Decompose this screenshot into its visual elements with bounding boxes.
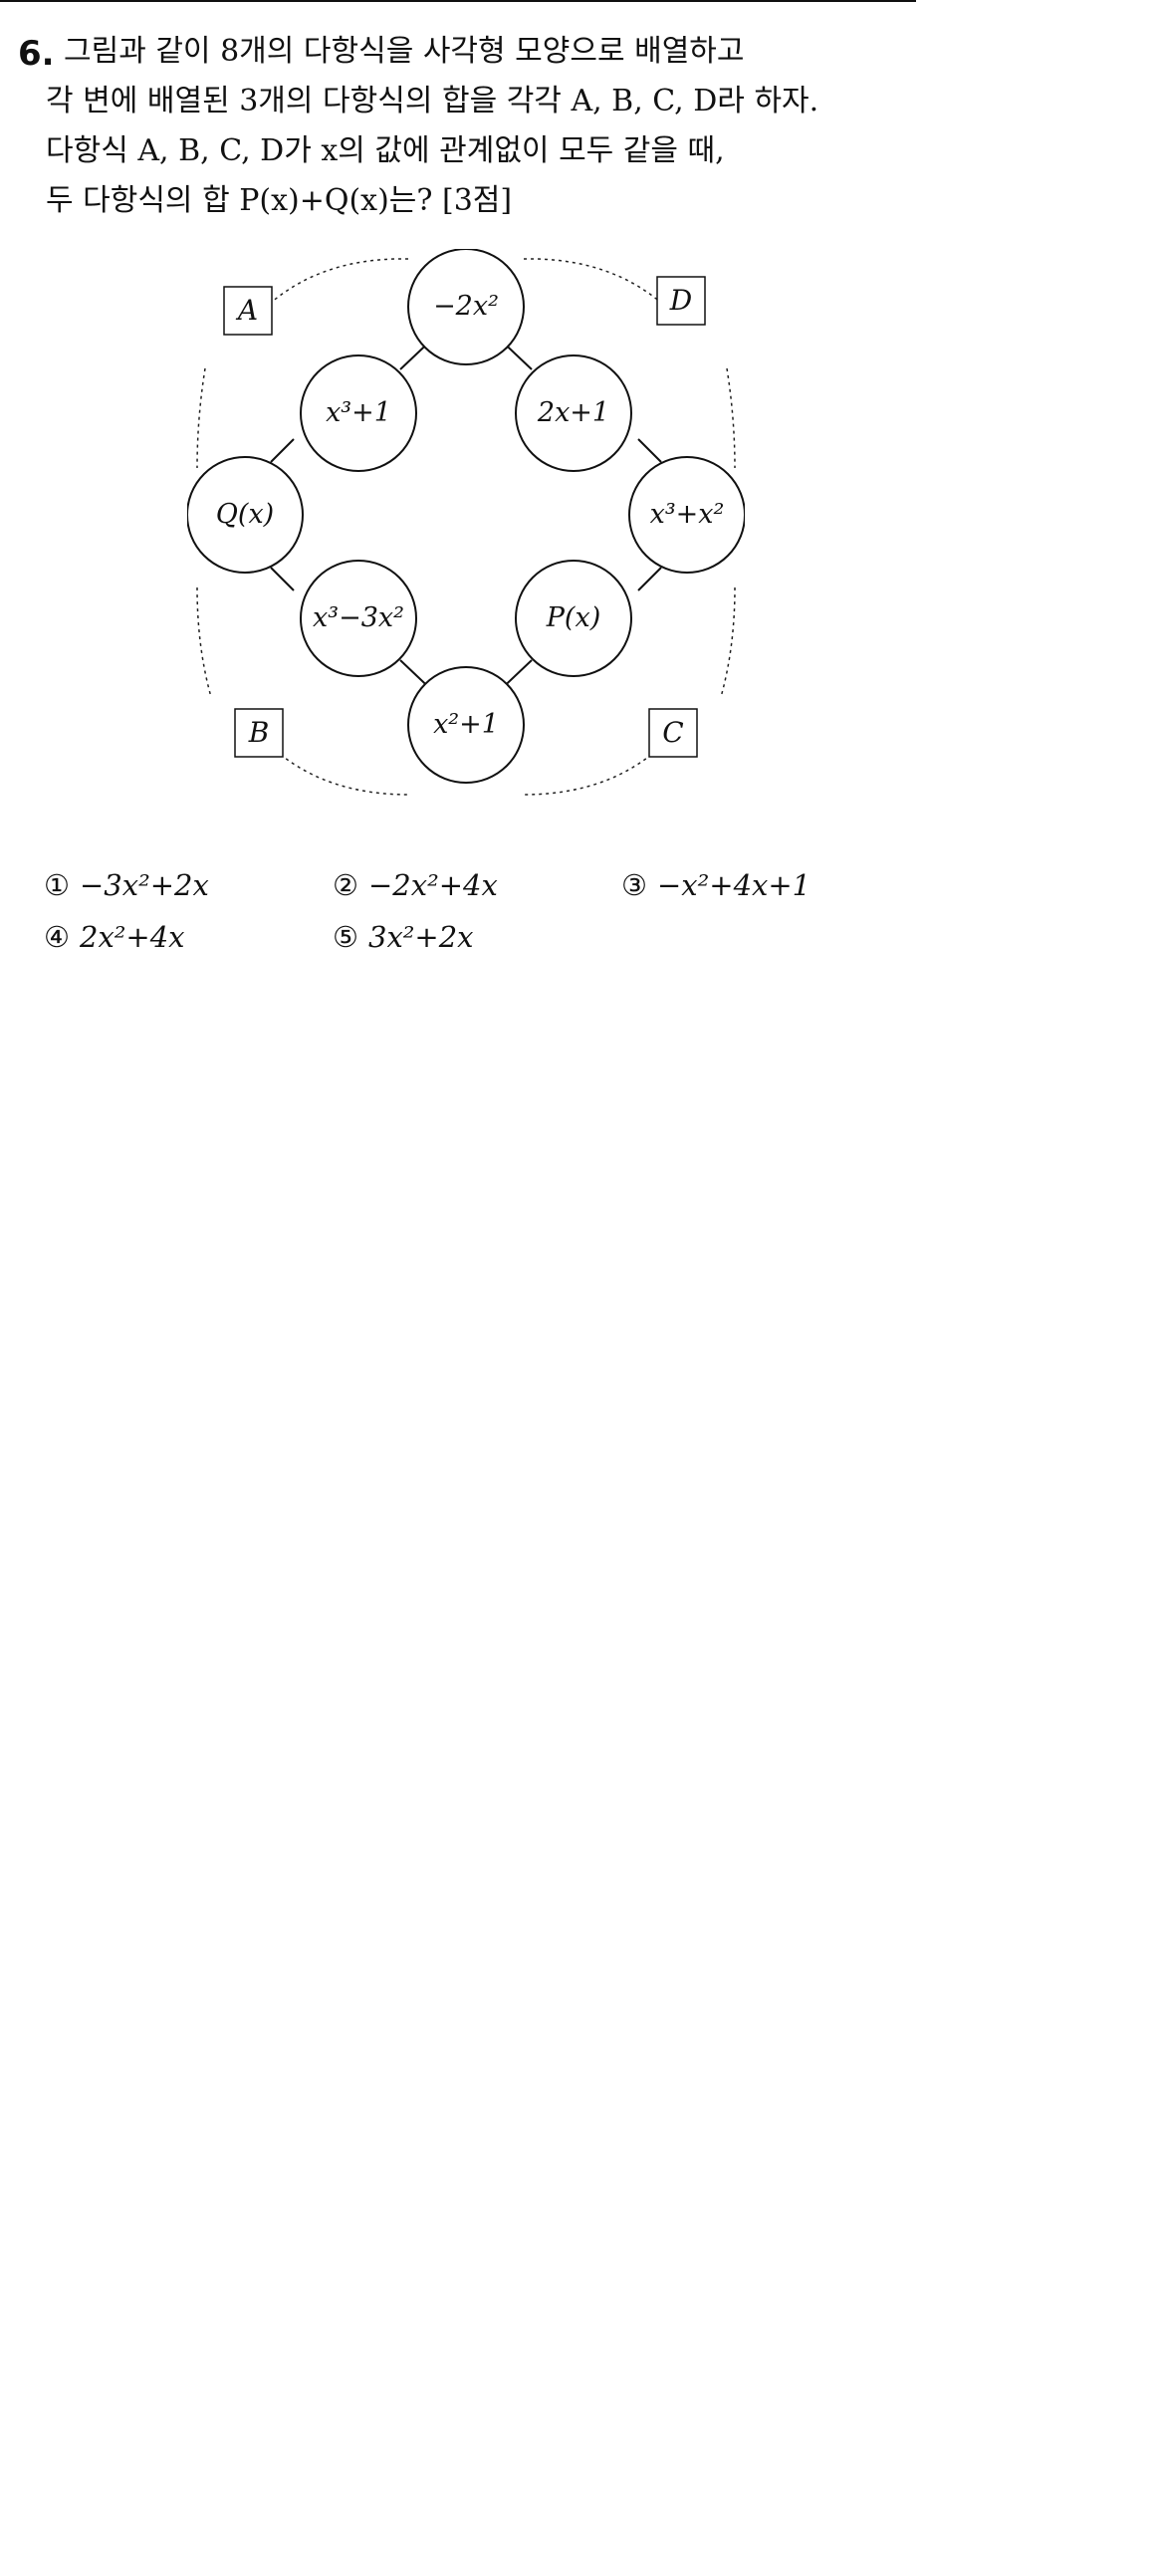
choice-3-mark: ③ xyxy=(621,868,647,902)
choice-5-expr: 3x²+2x xyxy=(368,920,474,954)
dashed-arc-left-upper xyxy=(196,367,206,469)
edge-left-lower-left xyxy=(270,567,295,591)
question-line-4: 두 다항식의 합 P(x)+Q(x)는? [3점] xyxy=(46,183,513,218)
corner-label-b: B xyxy=(248,716,270,749)
node-upper-right: 2x+1 xyxy=(537,397,610,428)
choice-1[interactable]: ① −3x²+2x xyxy=(44,868,209,902)
question-number: 6. xyxy=(18,34,55,74)
choice-1-expr: −3x²+2x xyxy=(80,868,209,902)
answer-choices: ① −3x²+2x ② −2x²+4x ③ −x²+4x+1 ④ 2x²+4x ⑤ 3x²… xyxy=(44,868,1119,978)
edge-upper-left-left xyxy=(270,438,295,463)
choice-1-mark: ① xyxy=(44,868,70,902)
node-lower-right-p: P(x) xyxy=(546,602,601,633)
corner-label-a: A xyxy=(237,294,259,327)
top-rule xyxy=(0,0,916,2)
node-top: −2x² xyxy=(433,291,499,322)
choice-4-mark: ④ xyxy=(44,920,70,954)
node-left-q: Q(x) xyxy=(215,499,275,530)
choice-3[interactable]: ③ −x²+4x+1 xyxy=(621,868,811,902)
edge-upper-right-right xyxy=(637,438,662,463)
node-lower-left: x³−3x² xyxy=(313,602,404,633)
dashed-arc-left-lower xyxy=(196,586,212,698)
choice-4-expr: 2x²+4x xyxy=(80,920,185,954)
dashed-arc-top-left xyxy=(248,258,409,326)
choice-4[interactable]: ④ 2x²+4x xyxy=(44,920,185,954)
choice-3-expr: −x²+4x+1 xyxy=(657,868,811,902)
node-right: x³+x² xyxy=(649,499,725,530)
question-line-1: 그림과 같이 8개의 다항식을 사각형 모양으로 배열하고 xyxy=(64,34,745,69)
choice-5-mark: ⑤ xyxy=(333,920,358,954)
corner-label-d: D xyxy=(669,284,693,317)
choice-2-expr: −2x²+4x xyxy=(368,868,498,902)
question-line-2: 각 변에 배열된 3개의 다항식의 합을 각각 A, B, C, D라 하자. xyxy=(46,84,819,118)
polynomial-diagram: −2x² x³+1 2x+1 Q(x) x³+x² x³−3x² P(x) x²… xyxy=(187,249,745,807)
corner-label-c: C xyxy=(662,716,684,749)
question-line-3: 다항식 A, B, C, D가 x의 값에 관계없이 모두 같을 때, xyxy=(46,133,725,168)
node-upper-left: x³+1 xyxy=(326,397,391,428)
dashed-arc-right-lower xyxy=(720,586,736,698)
choice-5[interactable]: ⑤ 3x²+2x xyxy=(333,920,474,954)
node-bottom: x²+1 xyxy=(433,709,499,740)
dashed-arc-right-upper xyxy=(726,367,736,469)
choice-2-mark: ② xyxy=(333,868,358,902)
edge-right-lower-right xyxy=(637,567,662,591)
choice-2[interactable]: ② −2x²+4x xyxy=(333,868,498,902)
